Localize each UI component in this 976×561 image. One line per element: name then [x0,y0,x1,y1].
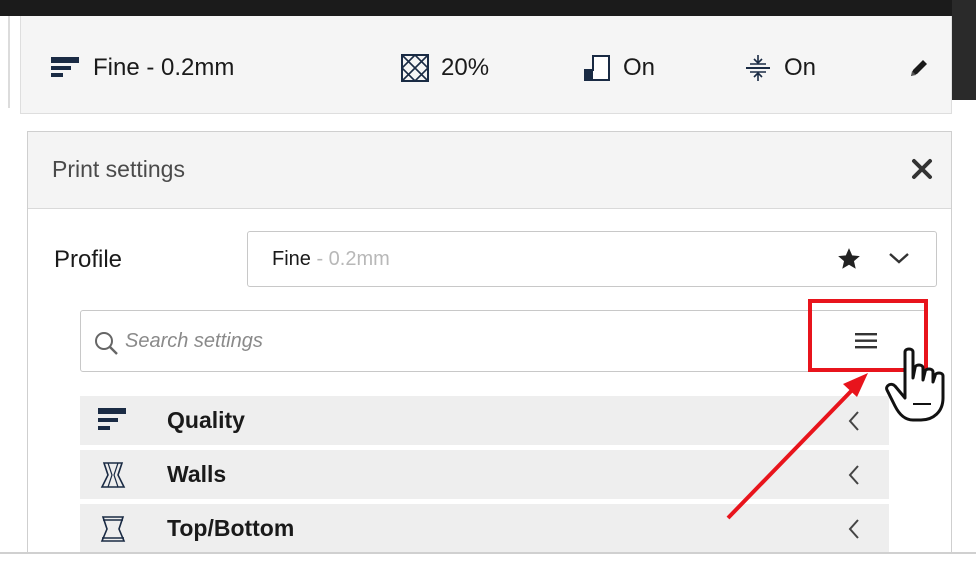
summary-profile-label: Fine - 0.2mm [93,54,235,81]
panel-header: Print settings [28,132,951,209]
close-icon[interactable] [907,154,937,184]
adhesion-icon [744,54,772,82]
infill-icon [401,54,429,82]
summary-support-label: On [623,54,656,81]
window-right-edge [952,0,976,100]
star-icon[interactable] [836,246,862,277]
category-row-quality[interactable]: Quality [80,396,889,445]
summary-infill[interactable]: 20% [401,50,489,86]
summary-adhesion[interactable]: On [744,50,816,86]
search-settings-field[interactable]: Search settings [80,310,927,372]
search-icon [93,330,119,361]
profile-label: Profile [54,246,123,273]
chevron-left-icon[interactable] [847,518,861,545]
quality-bars-icon [98,406,128,439]
chevron-left-icon[interactable] [847,464,861,491]
summary-infill-label: 20% [441,54,490,81]
profile-dropdown-value: Fine - 0.2mm [272,248,390,271]
profile-name: Fine [272,248,311,270]
search-input[interactable]: Search settings [125,330,263,353]
chevron-down-icon[interactable] [888,250,910,271]
category-label: Walls [167,461,227,487]
profile-dropdown[interactable]: Fine - 0.2mm [247,231,937,287]
chevron-left-icon[interactable] [847,410,861,437]
summary-support[interactable]: On [583,50,655,86]
support-icon [583,54,611,82]
edit-button[interactable] [908,50,930,86]
category-row-walls[interactable]: Walls [80,450,889,499]
walls-icon [98,460,128,495]
quality-bars-icon [51,55,81,81]
category-row-top-bottom[interactable]: Top/Bottom [80,504,889,553]
top-bottom-icon [98,514,128,549]
profile-layer-height: - 0.2mm [310,248,390,270]
left-divider [8,16,10,108]
summary-profile[interactable]: Fine - 0.2mm [51,50,234,86]
window-top-bar [0,0,976,16]
print-settings-summary-bar[interactable]: Fine - 0.2mm 20% On On [20,16,952,114]
summary-adhesion-label: On [784,54,817,81]
category-label: Top/Bottom [167,515,295,541]
settings-category-list: Quality Walls Top/Bottom [80,396,889,558]
pencil-icon [908,57,930,79]
category-label: Quality [167,407,245,433]
hand-pointer-icon [883,346,955,431]
bottom-divider [0,552,976,561]
panel-title: Print settings [52,156,185,182]
